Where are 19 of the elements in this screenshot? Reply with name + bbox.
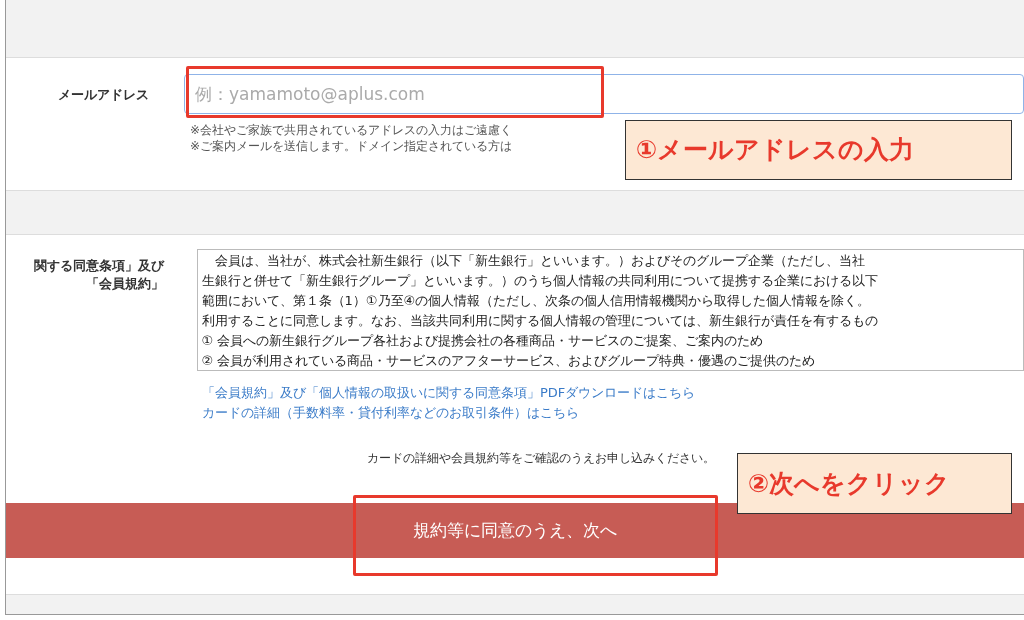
- hint-text: ※会社やご家族で共用されているアドレスの入力はご遠慮く: [190, 122, 513, 138]
- field-label: 関する同意条項」及び: [33, 257, 164, 275]
- terms-text-line: ② 会員が利用されている商品・サービスのアフターサービス、およびグループ特典・優遇のご提供のため: [201, 352, 817, 370]
- terms-text-line: ① 会員への新生銀行グループ各社および提携会社の各種商品・サービスのご提案、ご案内のため: [201, 332, 765, 350]
- terms-text-box[interactable]: [196, 249, 1024, 371]
- terms-text-line: 範囲において、第１条（1）①乃至④の個人情報（ただし、次条の個人信用情報機関から取得した個人情報を除く。: [201, 292, 872, 310]
- text-link[interactable]: 「会員規約」及び「個人情報の取扱いに関する同意条項」PDFダウンロードはこちら: [202, 383, 696, 403]
- next-button[interactable]: 規約等に同意のうえ、次へ: [6, 503, 1024, 558]
- text-link[interactable]: カードの詳細（手数料率・貸付利率などのお取引条件）はこちら: [202, 403, 579, 423]
- callout-label: ①メールアドレスの入力: [625, 120, 1012, 180]
- terms-text-line: 生銀行と併せて「新生銀行グループ」といいます。）のうち個人情報の共同利用について提携する企業における以下: [201, 272, 879, 290]
- email-field[interactable]: 例：yamamoto@aplus.com: [184, 74, 1024, 114]
- field-label: 「会員規約」: [85, 275, 164, 293]
- terms-text-line: 利用することに同意します。なお、当該共同利用に関する個人情報の管理については、新生銀行が責任を有するもの: [201, 312, 879, 330]
- confirm-note: カードの詳細や会員規約等をご確認のうえお申し込みください。: [367, 450, 715, 467]
- hint-text: ※ご案内メールを送信します。ドメイン指定されている方は: [190, 138, 513, 154]
- terms-text-line: 会員は、当社が、株式会社新生銀行（以下「新生銀行」といいます。）およびそのグループ企業（ただし、当社: [213, 252, 866, 270]
- field-label: メールアドレス: [58, 87, 149, 102]
- callout-label: ②次へをクリック: [737, 453, 1012, 514]
